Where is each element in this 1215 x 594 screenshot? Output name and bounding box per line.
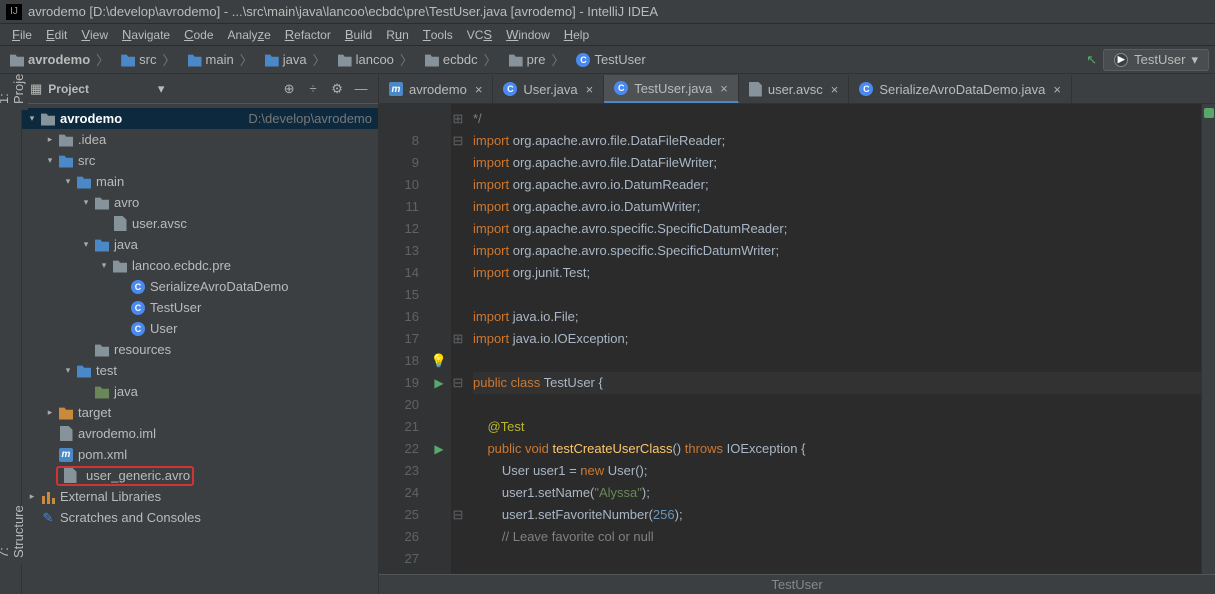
editor-statusbar: TestUser: [379, 574, 1215, 594]
tree-java[interactable]: ▾java: [22, 234, 378, 255]
class-icon: C: [614, 81, 628, 95]
run-config-dropdown[interactable]: ▶ TestUser ▾: [1103, 49, 1209, 71]
crumb-main[interactable]: main〉: [184, 48, 259, 71]
menu-navigate[interactable]: Navigate: [116, 25, 176, 44]
menu-vcs[interactable]: VCS: [461, 25, 498, 44]
tree-main[interactable]: ▾main: [22, 171, 378, 192]
tab-user-avsc[interactable]: user.avsc×: [739, 75, 850, 103]
run-config-area: ↖ ▶ TestUser ▾: [1086, 49, 1209, 71]
left-tool-strip: 1: Project 7: Structure: [0, 74, 22, 594]
class-icon: C: [859, 82, 873, 96]
sidebar-header: ▦ Project ▾ ⊕ ÷ ⚙ —: [22, 74, 378, 104]
chevron-down-icon[interactable]: ▾: [158, 81, 165, 97]
target-icon[interactable]: ⊕: [280, 80, 298, 98]
tree-pkg[interactable]: ▾lancoo.ecbdc.pre: [22, 255, 378, 276]
crumb-testuser[interactable]: CTestUser: [572, 50, 649, 69]
hide-icon[interactable]: —: [352, 80, 370, 98]
project-sidebar: ▦ Project ▾ ⊕ ÷ ⚙ — ▾avrodemoD:\develop\…: [22, 74, 379, 594]
tab-avrodemo[interactable]: mavrodemo×: [379, 75, 493, 103]
navbar: avrodemo〉 src〉 main〉 java〉 lancoo〉 ecbdc…: [0, 46, 1215, 74]
menu-edit[interactable]: Edit: [40, 25, 73, 44]
tree-cls-serialize[interactable]: CSerializeAvroDataDemo: [22, 276, 378, 297]
maven-icon: m: [389, 82, 403, 96]
class-icon: C: [503, 82, 517, 96]
tree-test-java[interactable]: java: [22, 381, 378, 402]
crumb-java[interactable]: java〉: [261, 48, 332, 71]
tree-cls-user[interactable]: CUser: [22, 318, 378, 339]
tree-user-generic[interactable]: user_generic.avro: [22, 465, 378, 486]
close-icon[interactable]: ×: [831, 82, 839, 97]
chevron-down-icon: ▾: [1191, 52, 1198, 68]
menu-window[interactable]: Window: [500, 25, 556, 44]
collapse-icon[interactable]: ÷: [304, 80, 322, 98]
project-view-icon: ▦: [30, 81, 42, 97]
close-icon[interactable]: ×: [586, 82, 594, 97]
status-breadcrumb: TestUser: [771, 577, 822, 592]
crumb-ecbdc[interactable]: ecbdc〉: [421, 48, 503, 71]
tool-project-tab[interactable]: 1: Project: [0, 82, 28, 110]
code-body[interactable]: */import org.apache.avro.file.DataFileRe…: [465, 104, 1201, 574]
menu-file[interactable]: File: [6, 25, 38, 44]
menu-tools[interactable]: Tools: [417, 25, 459, 44]
line-numbers: 8910111213141516171819202122232425262728: [379, 104, 427, 574]
project-tree[interactable]: ▾avrodemoD:\develop\avrodemo ▸.idea ▾src…: [22, 104, 378, 594]
editor-tabs: mavrodemo× CUser.java× CTestUser.java× u…: [379, 74, 1215, 104]
tree-user-avsc[interactable]: user.avsc: [22, 213, 378, 234]
tree-pom[interactable]: mpom.xml: [22, 444, 378, 465]
crumb-avrodemo[interactable]: avrodemo〉: [6, 48, 115, 71]
tree-root[interactable]: ▾avrodemoD:\develop\avrodemo: [22, 108, 378, 129]
crumb-src[interactable]: src〉: [117, 48, 181, 71]
close-icon[interactable]: ×: [1053, 82, 1061, 97]
code-editor[interactable]: 8910111213141516171819202122232425262728…: [379, 104, 1215, 574]
tree-external-libs[interactable]: ▸External Libraries: [22, 486, 378, 507]
menu-view[interactable]: View: [75, 25, 114, 44]
window-title: avrodemo [D:\develop\avrodemo] - ...\src…: [28, 4, 658, 19]
tab-testuser[interactable]: CTestUser.java×: [604, 75, 739, 103]
inspection-ok-icon: [1204, 108, 1214, 118]
titlebar: IJ avrodemo [D:\develop\avrodemo] - ...\…: [0, 0, 1215, 24]
menu-refactor[interactable]: Refactor: [279, 25, 337, 44]
menu-analyze[interactable]: Analyze: [222, 25, 277, 44]
tool-structure-tab[interactable]: 7: Structure: [0, 536, 28, 564]
error-stripe[interactable]: [1201, 104, 1215, 574]
menubar: File Edit View Navigate Code Analyze Ref…: [0, 24, 1215, 46]
menu-code[interactable]: Code: [178, 25, 219, 44]
close-icon[interactable]: ×: [475, 82, 483, 97]
tree-resources[interactable]: resources: [22, 339, 378, 360]
menu-build[interactable]: Build: [339, 25, 378, 44]
crumb-pre[interactable]: pre〉: [505, 48, 571, 71]
crumb-lancoo[interactable]: lancoo〉: [334, 48, 419, 71]
tab-serialize[interactable]: CSerializeAvroDataDemo.java×: [849, 75, 1072, 103]
editor-area: mavrodemo× CUser.java× CTestUser.java× u…: [379, 74, 1215, 594]
gear-icon[interactable]: ⚙: [328, 80, 346, 98]
tree-scratches[interactable]: ✎Scratches and Consoles: [22, 507, 378, 528]
back-icon[interactable]: ↖: [1086, 52, 1097, 68]
menu-run[interactable]: Run: [380, 25, 415, 44]
file-icon: [749, 82, 762, 97]
tree-target[interactable]: ▸target: [22, 402, 378, 423]
run-config-label: TestUser: [1134, 52, 1185, 67]
tree-idea[interactable]: ▸.idea: [22, 129, 378, 150]
run-config-icon: ▶: [1114, 53, 1128, 67]
tree-test[interactable]: ▾test: [22, 360, 378, 381]
tree-src[interactable]: ▾src: [22, 150, 378, 171]
tab-user[interactable]: CUser.java×: [493, 75, 604, 103]
tree-avro[interactable]: ▾avro: [22, 192, 378, 213]
tree-cls-testuser[interactable]: CTestUser: [22, 297, 378, 318]
close-icon[interactable]: ×: [720, 81, 728, 96]
sidebar-title: Project: [48, 82, 152, 96]
menu-help[interactable]: Help: [558, 25, 595, 44]
fold-column[interactable]: ⊞⊟⊞⊟⊟⊟: [451, 104, 465, 574]
app-icon: IJ: [6, 4, 22, 20]
breadcrumbs: avrodemo〉 src〉 main〉 java〉 lancoo〉 ecbdc…: [6, 48, 1086, 71]
tree-iml[interactable]: avrodemo.iml: [22, 423, 378, 444]
gutter-marks: 💡▶▶: [427, 104, 451, 574]
